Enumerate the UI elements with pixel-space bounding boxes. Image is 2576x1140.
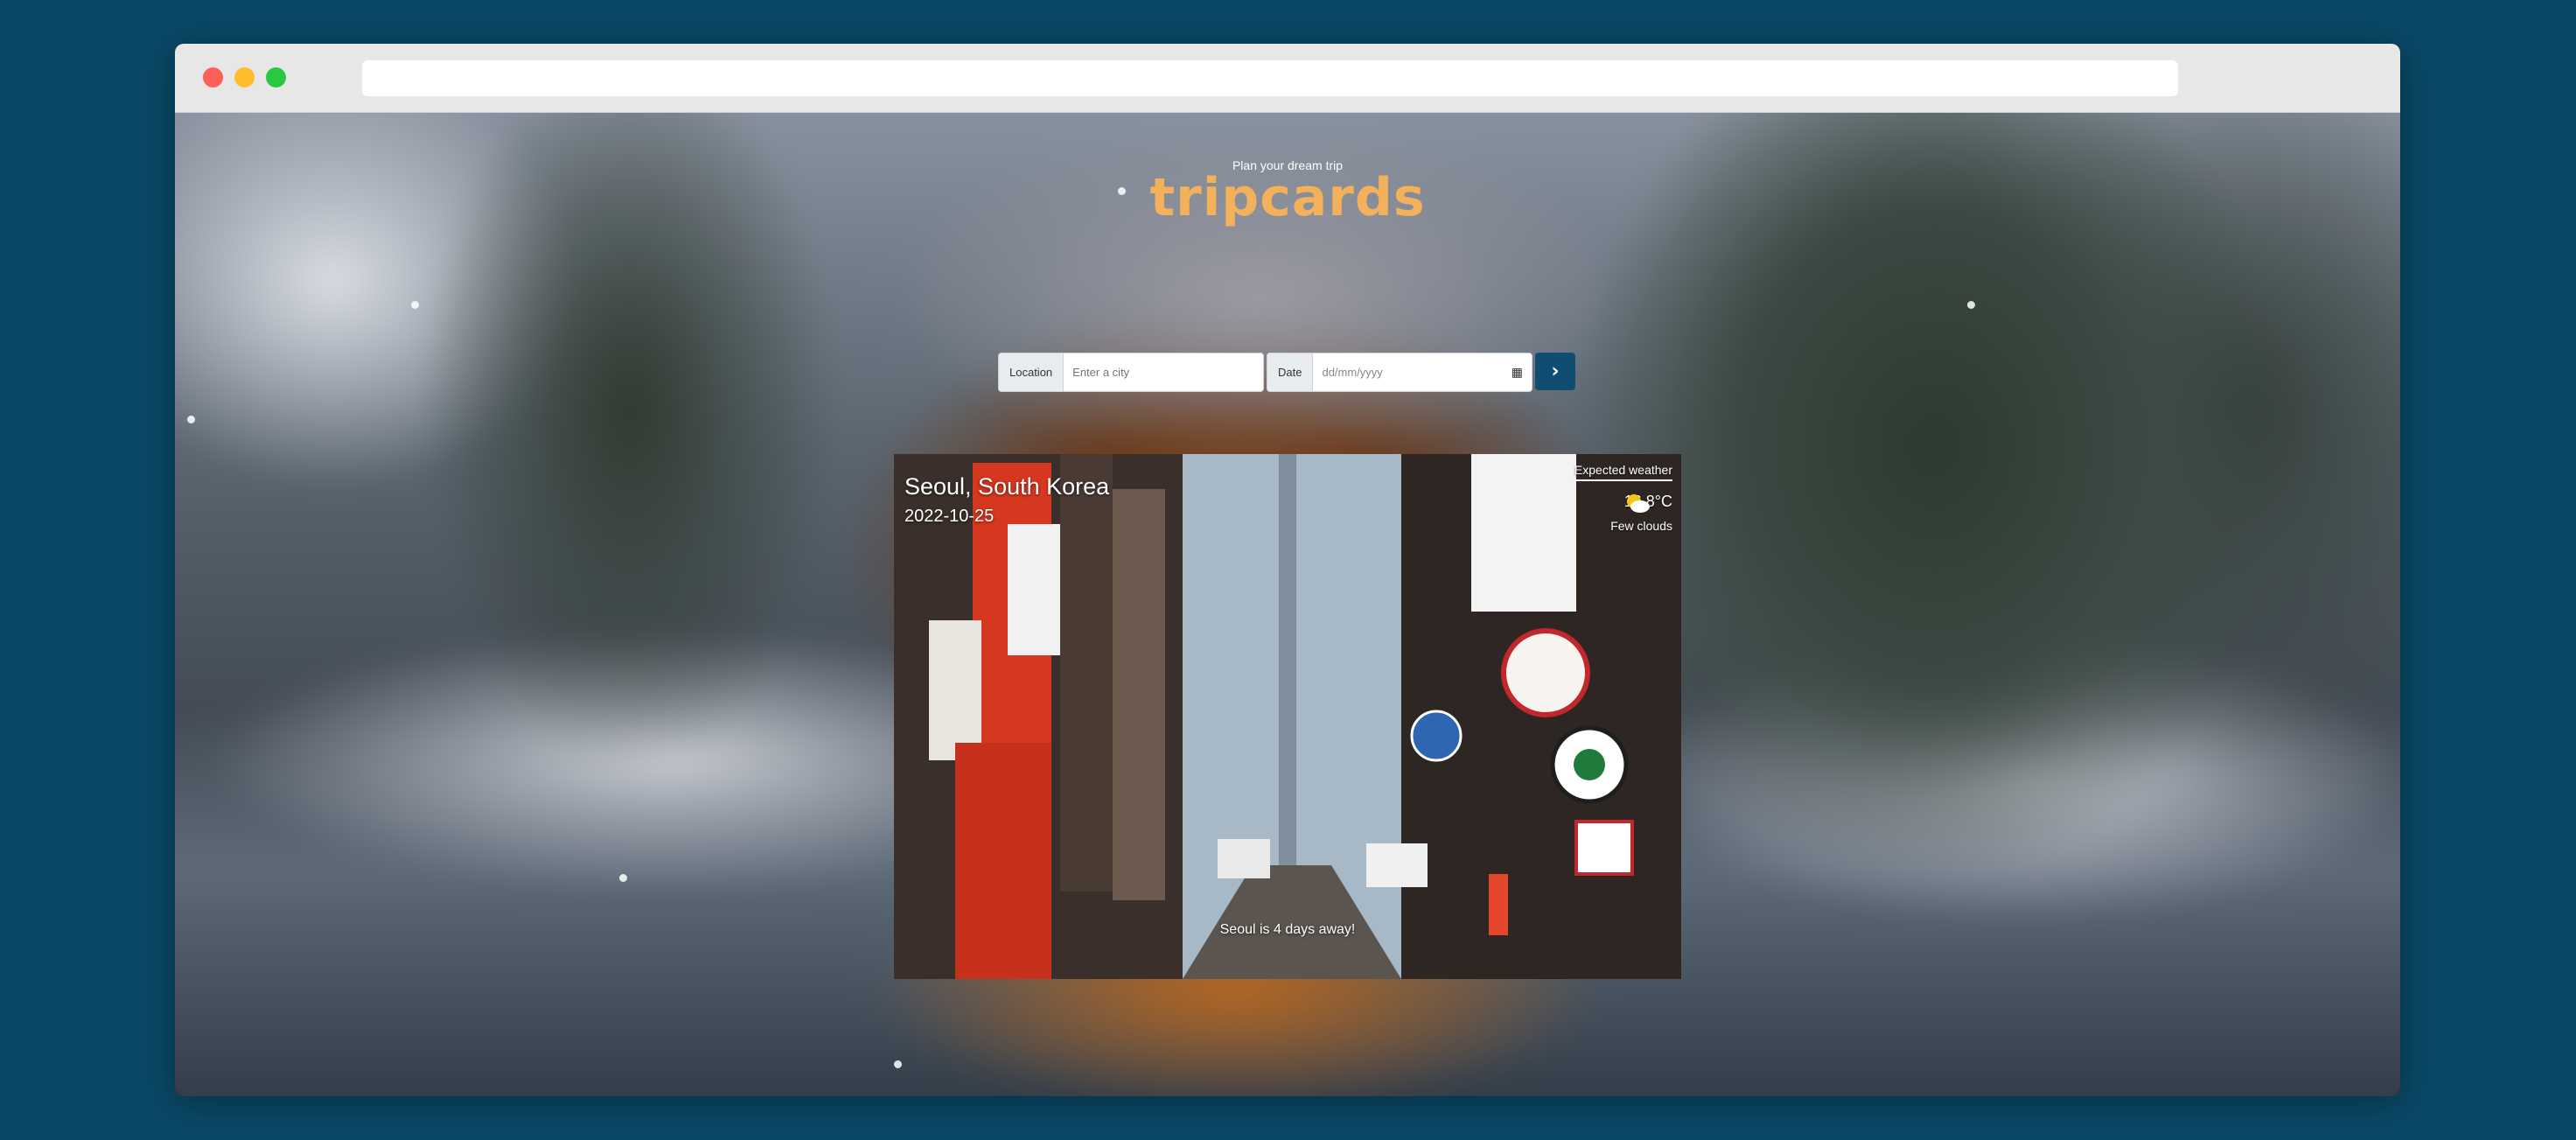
location-input-group: Location (998, 353, 1264, 392)
snowflake-decoration (1967, 301, 1975, 309)
snowflake-decoration (619, 874, 627, 882)
submit-button[interactable]: › (1535, 353, 1575, 390)
location-label: Location (999, 353, 1065, 391)
calendar-icon[interactable]: ▦ (1511, 365, 1523, 380)
trip-card: Seoul, South Korea 2022-10-25 Expected w… (894, 454, 1681, 979)
maximize-window-button[interactable] (266, 67, 286, 87)
weather-label: Expected weather (1574, 463, 1672, 481)
weather-description: Few clouds (1610, 519, 1672, 533)
weather-temperature: 16.8°C (1624, 493, 1672, 513)
trip-countdown: Seoul is 4 days away! (1219, 922, 1356, 937)
address-bar[interactable] (362, 60, 2178, 96)
browser-chrome (175, 44, 2400, 113)
partly-cloudy-icon (1626, 494, 1650, 513)
app-logo-title: tripcards (1149, 167, 1426, 228)
card-city: Seoul, South Korea (904, 473, 1110, 500)
date-input[interactable]: dd/mm/yyyy ▦ (1313, 353, 1532, 391)
browser-window: Plan your dream trip tripcards Location … (175, 44, 2400, 1096)
snowflake-decoration (411, 301, 419, 309)
destination-photo (894, 454, 1681, 979)
snowflake-decoration (187, 416, 195, 423)
snowflake-decoration (894, 1060, 902, 1068)
close-window-button[interactable] (203, 67, 223, 87)
date-input-group: Date dd/mm/yyyy ▦ (1267, 353, 1532, 392)
chevron-right-icon: › (1551, 360, 1560, 382)
location-input[interactable] (1064, 353, 1257, 391)
minimize-window-button[interactable] (234, 67, 255, 87)
card-date: 2022-10-25 (904, 507, 995, 526)
date-placeholder: dd/mm/yyyy (1322, 366, 1383, 379)
date-label: Date (1267, 353, 1314, 391)
page-viewport: Plan your dream trip tripcards Location … (175, 113, 2400, 1096)
